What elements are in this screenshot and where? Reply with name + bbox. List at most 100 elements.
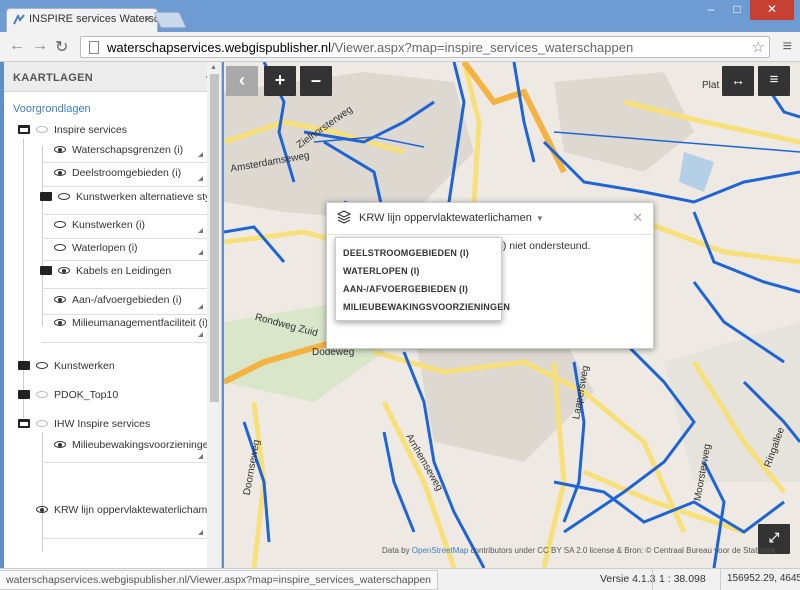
- browser-menu-icon[interactable]: ≡: [783, 38, 792, 56]
- resize-triangle-icon[interactable]: [198, 152, 203, 157]
- folder-closed-icon[interactable]: [18, 390, 30, 399]
- map-attribution: Data by OpenStreetMap contributors under…: [382, 546, 776, 555]
- layer-waterschapsgrenzen[interactable]: Waterschapsgrenzen (i): [54, 144, 183, 164]
- reload-icon[interactable]: ↻: [55, 37, 68, 57]
- popup-title[interactable]: KRW lijn oppervlaktewaterlichamen: [359, 212, 532, 224]
- eye-icon[interactable]: [54, 296, 66, 303]
- eye-icon[interactable]: [54, 244, 66, 251]
- map-view[interactable]: Zielhorsterweg Amsterdamseweg Rondweg Zu…: [224, 62, 800, 568]
- layer-label: Deelstroomgebieden (i): [72, 167, 182, 179]
- folder-closed-icon[interactable]: [18, 361, 30, 370]
- layers-panel: KAARTLAGEN – Voorgrondlagen Inspire serv…: [4, 62, 222, 568]
- tree-line: [42, 432, 43, 552]
- zoom-out-button[interactable]: –: [300, 66, 332, 96]
- chevron-down-icon[interactable]: ▼: [536, 214, 544, 223]
- bookmark-star-icon[interactable]: ☆: [752, 38, 765, 56]
- layer-label: Kunstwerken: [54, 360, 115, 372]
- resize-triangle-icon[interactable]: [198, 304, 203, 309]
- eye-icon[interactable]: [36, 506, 48, 513]
- layer-label: IHW Inspire services: [54, 418, 151, 430]
- layer-label: Inspire services: [54, 124, 127, 136]
- layer-label: Waterlopen (i): [72, 242, 138, 254]
- popup-header[interactable]: KRW lijn oppervlaktewaterlichamen ▼: [327, 203, 653, 235]
- eye-icon[interactable]: [36, 362, 48, 369]
- expand-width-button[interactable]: ↔: [722, 66, 754, 96]
- menu-button[interactable]: ≡: [758, 66, 790, 96]
- layer-kunstwerken-i[interactable]: Kunstwerken (i): [54, 219, 145, 239]
- resize-triangle-icon[interactable]: [198, 228, 203, 233]
- layer-milieubewaking[interactable]: Milieubewakingsvoorzieningen: [54, 439, 214, 459]
- folder-open-icon[interactable]: [18, 125, 30, 134]
- version-label: Versie 4.1.3: [600, 573, 656, 585]
- dropdown-item[interactable]: DEELSTROOMGEBIEDEN (I): [336, 244, 501, 262]
- browser-tab[interactable]: INSPIRE services Watersch ×: [6, 8, 158, 32]
- sidebar-scrollbar[interactable]: ▲: [207, 62, 221, 568]
- zoom-in-button[interactable]: +: [264, 66, 296, 96]
- attribution-suffix: contributors under CC BY SA 2.0 license …: [468, 546, 776, 555]
- eye-icon[interactable]: [54, 319, 66, 326]
- coordinates-label: 156952.29, 464554.01: [720, 569, 800, 590]
- minimize-icon[interactable]: –: [698, 0, 724, 20]
- layer-pdok-top10[interactable]: PDOK_Top10: [18, 389, 118, 409]
- scroll-up-icon[interactable]: ▲: [210, 64, 217, 71]
- eye-icon[interactable]: [36, 420, 48, 427]
- eye-icon[interactable]: [54, 221, 66, 228]
- layer-ihw-inspire[interactable]: IHW Inspire services: [18, 418, 150, 438]
- layers-stack-icon: [337, 210, 351, 224]
- address-bar[interactable]: waterschapservices.webgispublisher.nl/Vi…: [80, 36, 770, 58]
- tree-divider: [42, 342, 212, 343]
- eye-icon[interactable]: [58, 193, 70, 200]
- dropdown-item[interactable]: WATERLOPEN (I): [336, 262, 501, 280]
- tree-divider: [42, 314, 212, 315]
- maximize-icon[interactable]: □: [724, 0, 750, 20]
- layer-kabels-leidingen[interactable]: Kabels en Leidingen: [40, 265, 171, 285]
- layer-inspire-services[interactable]: Inspire services: [18, 124, 127, 144]
- dropdown-item[interactable]: AAN-/AFVOERGEBIEDEN (I): [336, 280, 501, 298]
- popup-message: g) niet ondersteund.: [497, 240, 591, 252]
- layer-waterlopen[interactable]: Waterlopen (i): [54, 242, 138, 262]
- resize-triangle-icon[interactable]: [198, 454, 203, 459]
- browser-toolbar: ← → ↻ waterschapservices.webgispublisher…: [0, 32, 800, 62]
- resize-triangle-icon[interactable]: [198, 332, 203, 337]
- resize-triangle-icon[interactable]: [198, 530, 203, 535]
- layer-label: Aan-/afvoergebieden (i): [72, 294, 182, 306]
- tree-divider: [42, 538, 212, 539]
- close-icon[interactable]: ✕: [632, 210, 643, 226]
- layer-aan-afvoergebieden[interactable]: Aan-/afvoergebieden (i): [54, 294, 182, 314]
- forward-arrow-icon[interactable]: →: [32, 37, 48, 55]
- new-tab-button[interactable]: [153, 12, 187, 28]
- layer-label: Milieubewakingsvoorzieningen: [72, 439, 215, 451]
- layer-label: Kunstwerken alternatieve styling: [76, 191, 222, 203]
- collapse-sidebar-button[interactable]: ‹: [226, 66, 258, 96]
- eye-icon[interactable]: [54, 146, 66, 153]
- resize-triangle-icon[interactable]: [198, 250, 203, 255]
- tree-divider: [42, 462, 212, 463]
- tree-divider: [42, 288, 212, 289]
- eye-icon[interactable]: [54, 169, 66, 176]
- eye-icon[interactable]: [36, 126, 48, 133]
- layer-label: KRW lijn oppervlaktewaterlichamen: [54, 504, 219, 516]
- dropdown-item[interactable]: MILIEUBEWAKINGSVOORZIENINGEN: [336, 298, 510, 316]
- osm-link[interactable]: OpenStreetMap: [412, 546, 468, 555]
- layer-dropdown: DEELSTROOMGEBIEDEN (I) WATERLOPEN (I) AA…: [335, 237, 510, 321]
- eye-icon[interactable]: [58, 267, 70, 274]
- folder-closed-icon[interactable]: [40, 192, 52, 201]
- layer-label: Kunstwerken (i): [72, 219, 145, 231]
- eye-icon[interactable]: [54, 441, 66, 448]
- resize-triangle-icon[interactable]: [198, 176, 203, 181]
- scrollbar-thumb[interactable]: [210, 74, 219, 402]
- layer-kunstwerken-alt[interactable]: Kunstwerken alternatieve styling: [40, 191, 222, 211]
- url-host: waterschapservices.webgispublisher.nl: [107, 40, 332, 55]
- layer-krw-lijn[interactable]: KRW lijn oppervlaktewaterlichamen: [36, 504, 219, 524]
- tab-close-icon[interactable]: ×: [144, 12, 151, 26]
- layer-milieumanagement[interactable]: Milieumanagementfaciliteit (i): [54, 317, 208, 337]
- layer-deelstroomgebieden[interactable]: Deelstroomgebieden (i): [54, 167, 181, 187]
- window-close-icon[interactable]: ✕: [750, 0, 794, 20]
- eye-icon[interactable]: [36, 391, 48, 398]
- layer-kunstwerken[interactable]: Kunstwerken: [18, 360, 115, 380]
- back-arrow-icon[interactable]: ←: [9, 37, 25, 55]
- group-title[interactable]: Voorgrondlagen: [13, 103, 91, 115]
- folder-closed-icon[interactable]: [40, 266, 52, 275]
- tab-title: INSPIRE services Watersch: [29, 13, 158, 25]
- folder-open-icon[interactable]: [18, 419, 30, 428]
